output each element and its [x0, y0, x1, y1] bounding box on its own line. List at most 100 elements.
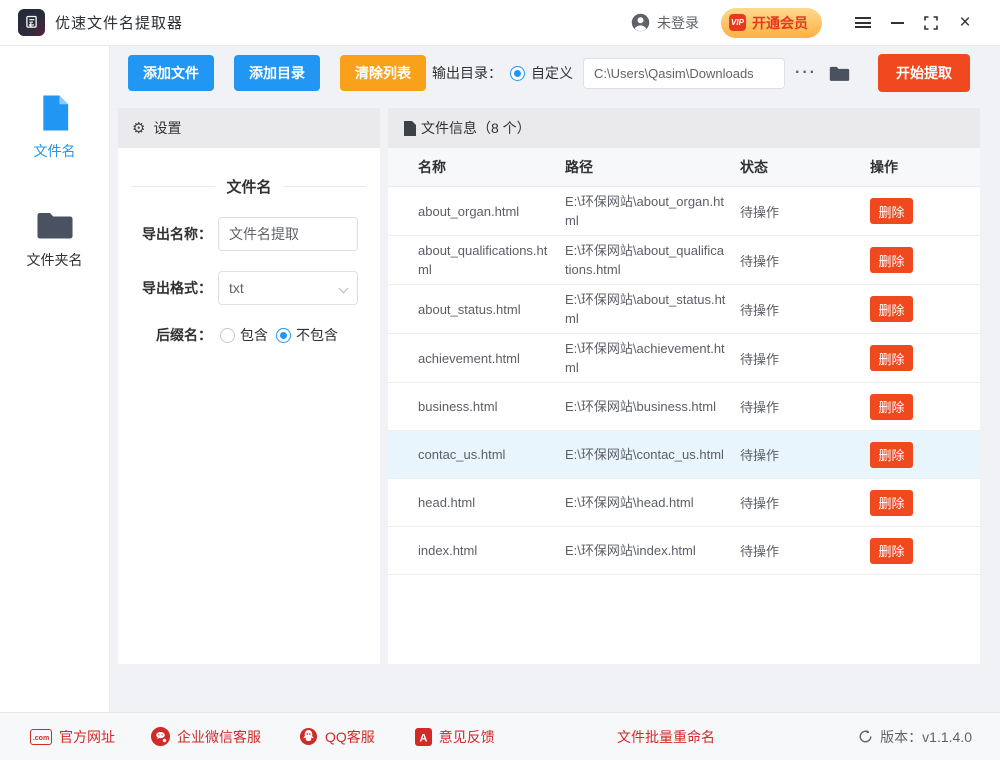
start-extract-button[interactable]: 开始提取 [878, 54, 970, 92]
menu-button[interactable] [846, 8, 880, 38]
output-path-input[interactable] [583, 58, 785, 89]
user-icon [630, 12, 651, 33]
version-label: 版本：v1.1.4.0 [880, 727, 972, 747]
table-column-headers: 名称 路径 状态 操作 [388, 148, 980, 187]
delete-button[interactable]: 删除 [870, 442, 913, 468]
row-status: 待操作 [740, 493, 870, 512]
row-name: about_qualifications.html [418, 241, 558, 279]
document-icon [404, 121, 416, 136]
row-status: 待操作 [740, 202, 870, 221]
file-icon [37, 94, 73, 132]
suffix-label: 后缀名： [124, 325, 212, 345]
table-body: about_organ.html E:\环保网站\about_organ.htm… [388, 187, 980, 575]
col-name: 名称 [418, 157, 565, 177]
section-title: 文件名 [132, 176, 366, 197]
table-row[interactable]: achievement.html E:\环保网站\achievement.htm… [388, 334, 980, 383]
batch-rename-link[interactable]: 文件批量重命名 [617, 727, 715, 747]
row-name: business.html [418, 397, 558, 416]
official-site-link[interactable]: .com 官方网址 [30, 727, 115, 747]
output-dir-label: 输出目录： [432, 63, 502, 83]
vip-icon: VIP [729, 14, 746, 31]
row-status: 待操作 [740, 349, 870, 368]
file-info-panel: 文件信息（8 个） 名称 路径 状态 操作 about_organ.html E… [388, 108, 980, 664]
login-button[interactable]: 未登录 [630, 12, 699, 33]
delete-button[interactable]: 删除 [870, 490, 913, 516]
table-row[interactable]: about_status.html E:\环保网站\about_status.h… [388, 285, 980, 334]
table-row[interactable]: head.html E:\环保网站\head.html 待操作 删除 [388, 479, 980, 527]
add-files-button[interactable]: 添加文件 [128, 55, 214, 91]
toolbar: 添加文件 添加目录 清除列表 输出目录： 自定义 ··· 开始提取 [128, 56, 970, 90]
feedback-link[interactable]: A 意见反馈 [415, 727, 495, 747]
row-path: E:\环保网站\head.html [565, 493, 727, 512]
app-title: 优速文件名提取器 [55, 12, 183, 33]
main-content: 添加文件 添加目录 清除列表 输出目录： 自定义 ··· 开始提取 ⚙ 设置 [111, 46, 1000, 712]
row-name: achievement.html [418, 349, 558, 368]
table-row[interactable]: about_organ.html E:\环保网站\about_organ.htm… [388, 187, 980, 236]
delete-button[interactable]: 删除 [870, 394, 913, 420]
row-status: 待操作 [740, 300, 870, 319]
row-name: index.html [418, 541, 558, 560]
refresh-icon[interactable] [858, 729, 873, 744]
delete-button[interactable]: 删除 [870, 345, 913, 371]
export-format-row: 导出格式： txt [124, 271, 366, 305]
row-status: 待操作 [740, 445, 870, 464]
browse-more-button[interactable]: ··· [795, 64, 817, 82]
maximize-button[interactable] [914, 8, 948, 38]
settings-header: ⚙ 设置 [118, 108, 380, 148]
row-status: 待操作 [740, 251, 870, 270]
table-row[interactable]: about_qualifications.html E:\环保网站\about_… [388, 236, 980, 285]
suffix-include-option[interactable]: 包含 [220, 325, 268, 345]
minimize-button[interactable] [880, 8, 914, 38]
open-folder-button[interactable] [829, 65, 850, 82]
row-path: E:\环保网站\about_organ.html [565, 192, 727, 230]
file-info-header: 文件信息（8 个） [388, 108, 980, 148]
row-path: E:\环保网站\contac_us.html [565, 445, 727, 464]
row-path: E:\环保网站\about_qualifications.html [565, 241, 727, 279]
export-name-row: 导出名称： [124, 217, 366, 251]
maximize-icon [924, 16, 938, 30]
export-name-input[interactable] [218, 217, 358, 251]
row-path: E:\环保网站\business.html [565, 397, 727, 416]
settings-panel: ⚙ 设置 文件名 导出名称： 导出格式： txt 后缀名： [118, 108, 380, 664]
delete-button[interactable]: 删除 [870, 247, 913, 273]
row-name: about_status.html [418, 300, 558, 319]
suffix-exclude-radio[interactable] [276, 328, 291, 343]
row-name: head.html [418, 493, 558, 512]
qq-service-link[interactable]: QQ客服 [299, 727, 375, 747]
row-name: about_organ.html [418, 202, 558, 221]
app-logo-icon [18, 9, 45, 36]
add-directory-button[interactable]: 添加目录 [234, 55, 320, 91]
sidebar: 文件名 文件夹名 [0, 46, 110, 712]
app-window: 优速文件名提取器 未登录 VIP 开通会员 × 文件名 [0, 0, 1000, 760]
delete-button[interactable]: 删除 [870, 538, 913, 564]
wechat-icon [151, 727, 170, 746]
footer: .com 官方网址 企业微信客服 QQ客服 A 意见反馈 文件批量重命名 版本：… [0, 712, 1000, 760]
row-path: E:\环保网站\index.html [565, 541, 727, 560]
svg-text:A: A [419, 732, 427, 744]
open-vip-button[interactable]: VIP 开通会员 [721, 8, 822, 38]
suffix-include-radio[interactable] [220, 328, 235, 343]
wechat-service-link[interactable]: 企业微信客服 [151, 727, 261, 747]
table-row[interactable]: business.html E:\环保网站\business.html 待操作 … [388, 383, 980, 431]
export-format-select[interactable]: txt [218, 271, 358, 305]
hamburger-icon [855, 17, 871, 28]
custom-output-radio[interactable] [510, 66, 525, 81]
col-path: 路径 [565, 157, 740, 177]
suffix-row: 后缀名： 包含 不包含 [124, 325, 366, 345]
close-button[interactable]: × [948, 8, 982, 38]
close-icon: × [959, 13, 970, 32]
clear-list-button[interactable]: 清除列表 [340, 55, 426, 91]
table-row[interactable]: index.html E:\环保网站\index.html 待操作 删除 [388, 527, 980, 575]
suffix-exclude-option[interactable]: 不包含 [276, 325, 338, 345]
delete-button[interactable]: 删除 [870, 296, 913, 322]
delete-button[interactable]: 删除 [870, 198, 913, 224]
row-name: contac_us.html [418, 445, 558, 464]
login-status: 未登录 [657, 13, 699, 33]
qq-icon [299, 727, 318, 746]
minimize-icon [891, 22, 904, 24]
sidebar-item-foldername[interactable]: 文件夹名 [0, 209, 109, 270]
chevron-down-icon [339, 284, 349, 294]
table-row[interactable]: contac_us.html E:\环保网站\contac_us.html 待操… [388, 431, 980, 479]
sidebar-item-filename[interactable]: 文件名 [0, 94, 109, 161]
col-action: 操作 [870, 157, 980, 177]
